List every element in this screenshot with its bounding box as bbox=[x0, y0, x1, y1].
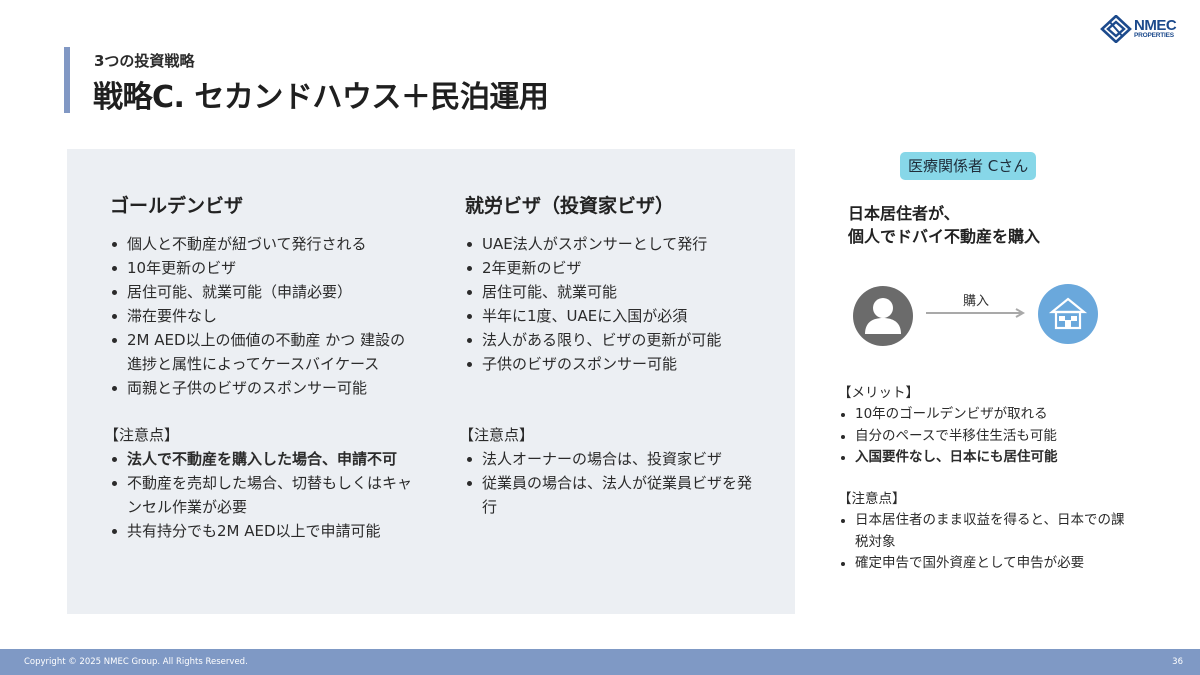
case-heading: 日本居住者が、 個人でドバイ不動産を購入 bbox=[848, 202, 1040, 248]
list-item: 共有持分でも2M AED以上で申請可能 bbox=[110, 519, 420, 543]
logo-text-sub: PROPERTIES bbox=[1134, 32, 1174, 40]
list-item: 不動産を売却した場合、切替もしくはキャンセル作業が必要 bbox=[110, 471, 420, 519]
section-subtitle: 3つの投資戦略 bbox=[94, 52, 195, 70]
list-item: 日本居住者のまま収益を得ると、日本での課税対象 bbox=[838, 510, 1128, 553]
page-number: 36 bbox=[1172, 657, 1183, 667]
list-item: 法人で不動産を購入した場合、申請不可 bbox=[110, 447, 420, 471]
merits-section: 【メリット】 10年のゴールデンビザが取れる 自分のペースで半移住生活も可能 入… bbox=[838, 383, 1138, 469]
merits-heading: 【メリット】 bbox=[838, 385, 919, 401]
footer-bar: Copyright © 2025 NMEC Group. All Rights … bbox=[0, 649, 1200, 675]
list-item: 個人と不動産が紐づいて発行される bbox=[110, 232, 420, 256]
copyright-text: Copyright © 2025 NMEC Group. All Rights … bbox=[24, 657, 248, 667]
list-item: 従業員の場合は、法人が従業員ビザを発行 bbox=[465, 471, 765, 519]
list-item: 居住可能、就業可能 bbox=[465, 280, 765, 304]
list-item: 10年のゴールデンビザが取れる bbox=[838, 404, 1138, 426]
list-item: 半年に1度、UAEに入国が必須 bbox=[465, 304, 765, 328]
visa-comparison-panel: ゴールデンビザ 個人と不動産が紐づいて発行される 10年更新のビザ 居住可能、就… bbox=[67, 149, 795, 614]
golden-visa-column: ゴールデンビザ 個人と不動産が紐づいて発行される 10年更新のビザ 居住可能、就… bbox=[104, 191, 420, 540]
role-badge: 医療関係者 Cさん bbox=[900, 152, 1037, 180]
notes-heading: 【注意点】 bbox=[838, 491, 906, 507]
list-item: 居住可能、就業可能（申請必要） bbox=[110, 280, 420, 304]
case-heading-line-1: 日本居住者が、 bbox=[848, 204, 960, 223]
list-item: 2M AED以上の価値の不動産 かつ 建設の進捗と属性によってケースバイケース bbox=[110, 328, 420, 376]
list-item: 子供のビザのスポンサー可能 bbox=[465, 352, 765, 376]
list-item: 10年更新のビザ bbox=[110, 256, 420, 280]
work-visa-title: 就労ビザ（投資家ビザ） bbox=[465, 195, 675, 217]
golden-visa-notes: 【注意点】 法人で不動産を購入した場合、申請不可 不動産を売却した場合、切替もし… bbox=[104, 423, 420, 543]
list-item: 法人がある限り、ビザの更新が可能 bbox=[465, 328, 765, 352]
list-item: UAE法人がスポンサーとして発行 bbox=[465, 232, 765, 256]
notes-heading: 【注意点】 bbox=[104, 426, 180, 444]
side-notes-section: 【注意点】 日本居住者のまま収益を得ると、日本での課税対象 確定申告で国外資産と… bbox=[838, 489, 1128, 575]
logo-text-main: NMEC bbox=[1134, 17, 1177, 35]
list-item: 確定申告で国外資産として申告が必要 bbox=[838, 553, 1128, 575]
house-icon bbox=[1038, 284, 1098, 344]
list-item: 入国要件なし、日本にも居住可能 bbox=[838, 447, 1138, 469]
company-logo: NMEC PROPERTIES bbox=[1100, 14, 1186, 44]
work-visa-notes: 【注意点】 法人オーナーの場合は、投資家ビザ 従業員の場合は、法人が従業員ビザを… bbox=[459, 423, 765, 519]
case-heading-line-2: 個人でドバイ不動産を購入 bbox=[848, 227, 1041, 246]
diamond-logo-icon bbox=[1100, 15, 1132, 43]
notes-heading: 【注意点】 bbox=[459, 426, 535, 444]
golden-visa-title: ゴールデンビザ bbox=[110, 195, 244, 217]
title-accent-bar bbox=[64, 47, 70, 113]
list-item: 法人オーナーの場合は、投資家ビザ bbox=[465, 447, 765, 471]
page-title: 戦略C. セカンドハウス＋民泊運用 bbox=[93, 80, 549, 115]
purchase-arrow-label: 購入 bbox=[963, 294, 990, 309]
work-visa-column: 就労ビザ（投資家ビザ） UAE法人がスポンサーとして発行 2年更新のビザ 居住可… bbox=[459, 191, 765, 516]
list-item: 2年更新のビザ bbox=[465, 256, 765, 280]
list-item: 両親と子供のビザのスポンサー可能 bbox=[110, 376, 420, 400]
list-item: 自分のペースで半移住生活も可能 bbox=[838, 426, 1138, 448]
right-arrow-icon bbox=[926, 308, 1026, 318]
list-item: 滞在要件なし bbox=[110, 304, 420, 328]
person-icon bbox=[853, 286, 913, 346]
